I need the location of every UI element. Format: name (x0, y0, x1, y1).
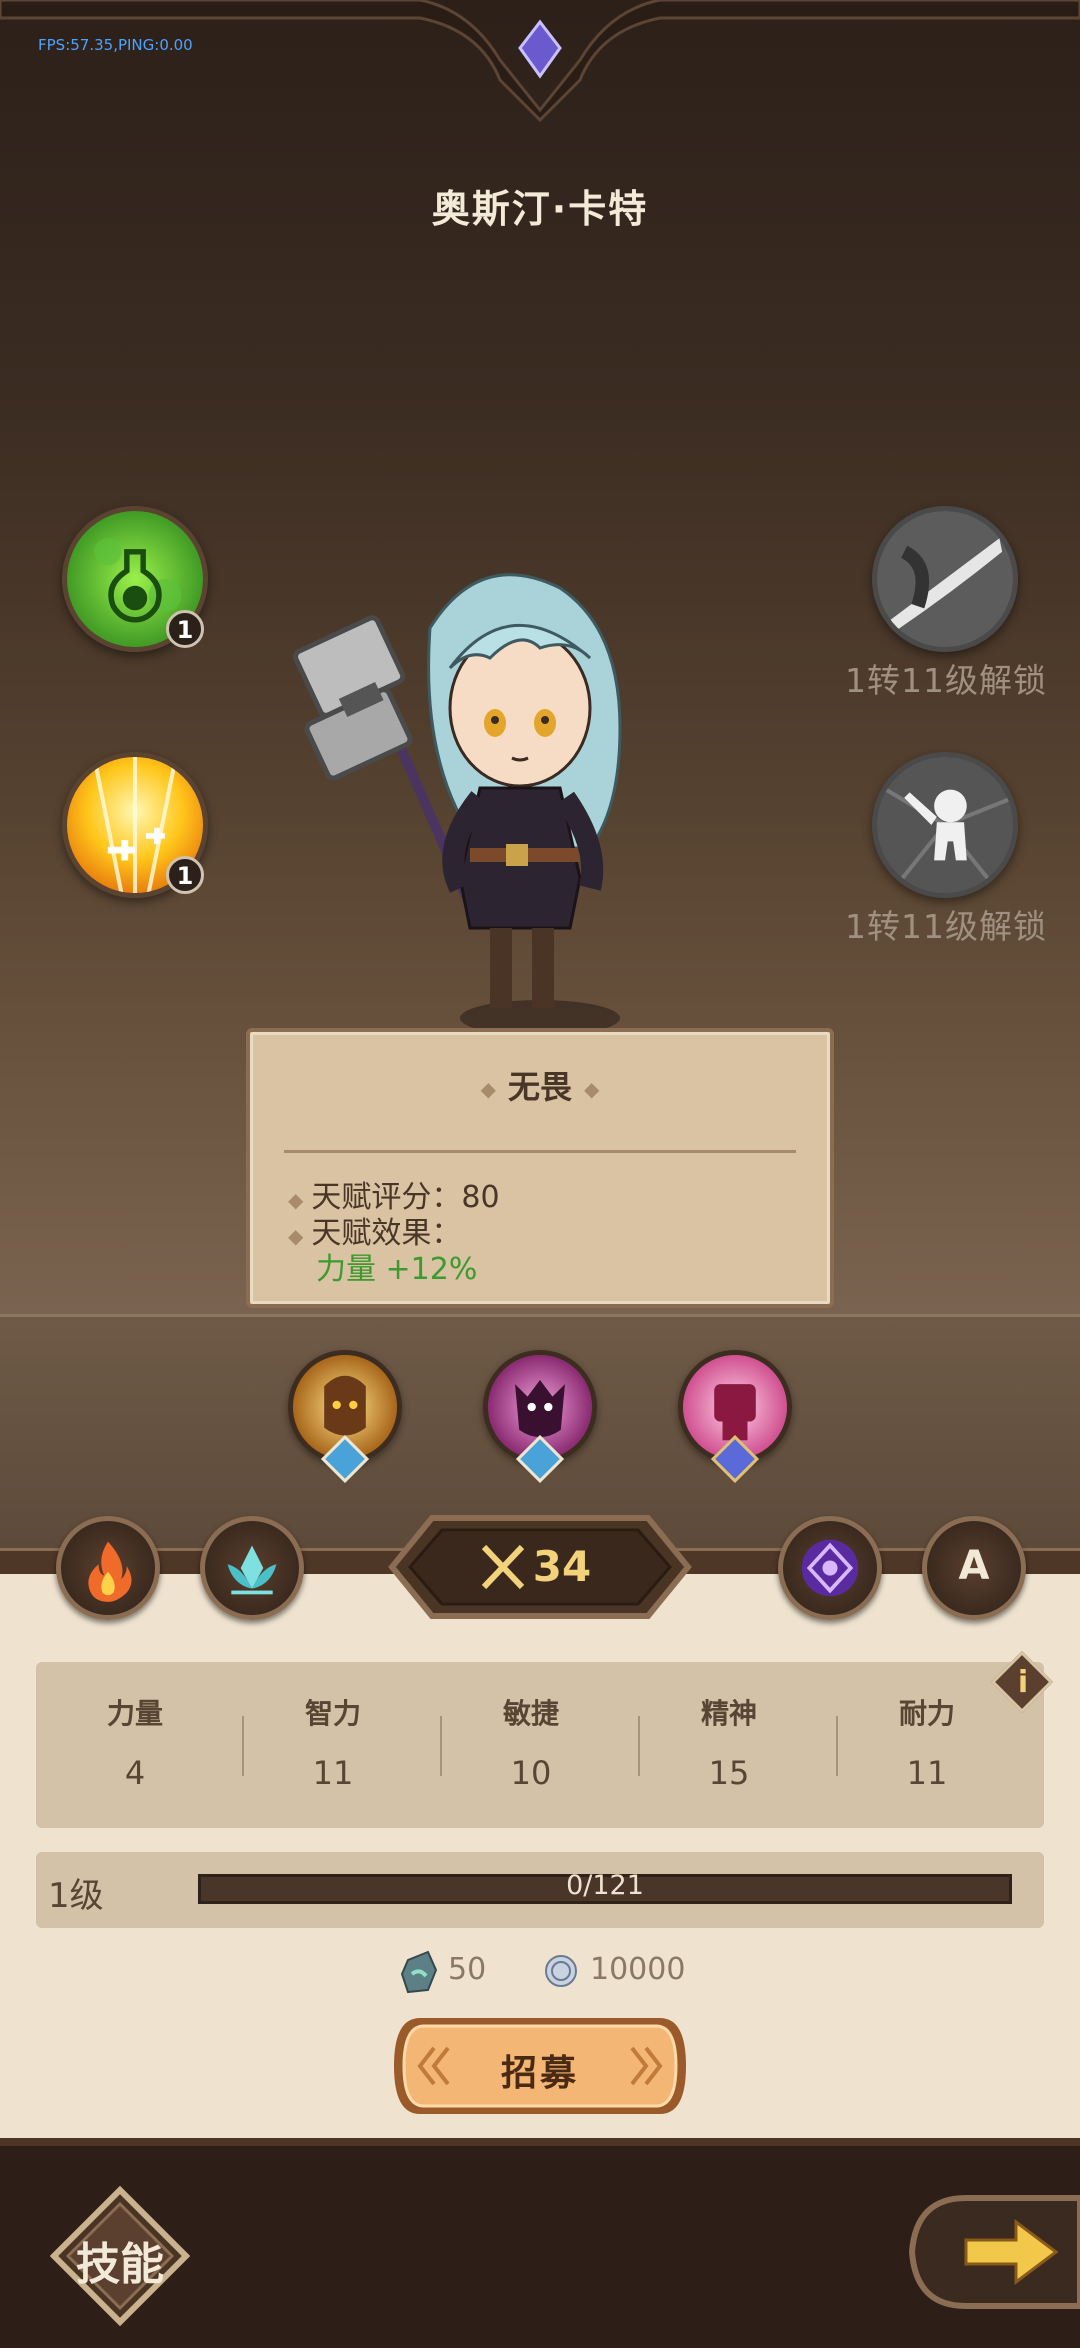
stone-icon (400, 1950, 438, 1994)
arcane-icon (801, 1539, 859, 1597)
stat-label: 智力 (304, 1697, 361, 1730)
arcane-tab-button[interactable] (778, 1516, 882, 1620)
top-ornament (0, 0, 1080, 123)
combat-power-value: 34 (532, 1542, 592, 1591)
recruit-label: 招募 (500, 2053, 579, 2094)
stats-panel: 力量 4 智力 11 敏捷 10 精神 15 耐力 11 (36, 1662, 1044, 1828)
stone-cost: 50 (448, 1952, 487, 1987)
stat-value: 11 (906, 1754, 948, 1792)
diamond-icon: ◆ (480, 1077, 496, 1101)
stat-label: 耐力 (898, 1697, 955, 1730)
crystal-icon (518, 19, 562, 79)
fire-icon (88, 1541, 132, 1602)
auto-mode-letter: A (958, 1543, 990, 1589)
stat-label: 精神 (700, 1697, 757, 1730)
goblin-icon (877, 757, 1013, 893)
coin-icon (545, 1955, 577, 1987)
stat-intelligence: 智力 11 (234, 1692, 432, 1792)
stat-value: 10 (510, 1754, 552, 1792)
stat-value: 4 (124, 1754, 146, 1792)
skill-locked-goblin[interactable] (872, 752, 1018, 898)
unlock-requirement: 1转11级解锁 (845, 907, 1047, 946)
fps-readout: FPS:57.35,PING:0.00 (38, 36, 193, 54)
stat-label: 力量 (106, 1697, 163, 1730)
coin-cost: 10000 (590, 1952, 686, 1987)
lotus-icon (227, 1545, 277, 1595)
xp-value: 0/121 (566, 1870, 644, 1901)
unlock-requirement: 1转11级解锁 (845, 661, 1047, 700)
level-label: 1级 (48, 1876, 104, 1916)
talent-effect: 力量 +12% (316, 1252, 478, 1287)
talent-score: 80 (461, 1180, 500, 1215)
stat-value: 11 (312, 1754, 354, 1792)
diamond-icon: ◆ (584, 1077, 600, 1101)
stat-stamina: 耐力 11 (828, 1692, 1026, 1792)
stat-value: 15 (708, 1754, 750, 1792)
skills-label: 技能 (76, 2239, 164, 2290)
return-button[interactable] (906, 2190, 1080, 2314)
skill-count-badge: 1 (166, 856, 204, 894)
skill-count-badge: 1 (166, 610, 204, 648)
skill-locked-slash[interactable] (872, 506, 1018, 652)
stat-strength: 力量 4 (36, 1692, 234, 1792)
divider (284, 1150, 796, 1153)
info-icon: i (1017, 1665, 1029, 1700)
hero-character[interactable] (280, 548, 700, 1048)
sword-slash-icon (877, 511, 1013, 647)
stat-label: 敏捷 (502, 1697, 559, 1730)
talent-card: ◆ 无畏 ◆ ◆ 天赋评分：80 ◆ 天赋效果： 力量 +12% (246, 1028, 834, 1308)
stat-spirit: 精神 15 (630, 1692, 828, 1792)
lotus-tab-button[interactable] (200, 1516, 304, 1620)
hero-name: 奥斯汀·卡特 (431, 187, 649, 231)
diamond-icon: ◆ (288, 1224, 304, 1248)
talent-title: 无畏 (507, 1068, 572, 1106)
stat-agility: 敏捷 10 (432, 1692, 630, 1792)
fire-tab-button[interactable] (56, 1516, 160, 1620)
auto-mode-button[interactable]: A (922, 1516, 1026, 1620)
